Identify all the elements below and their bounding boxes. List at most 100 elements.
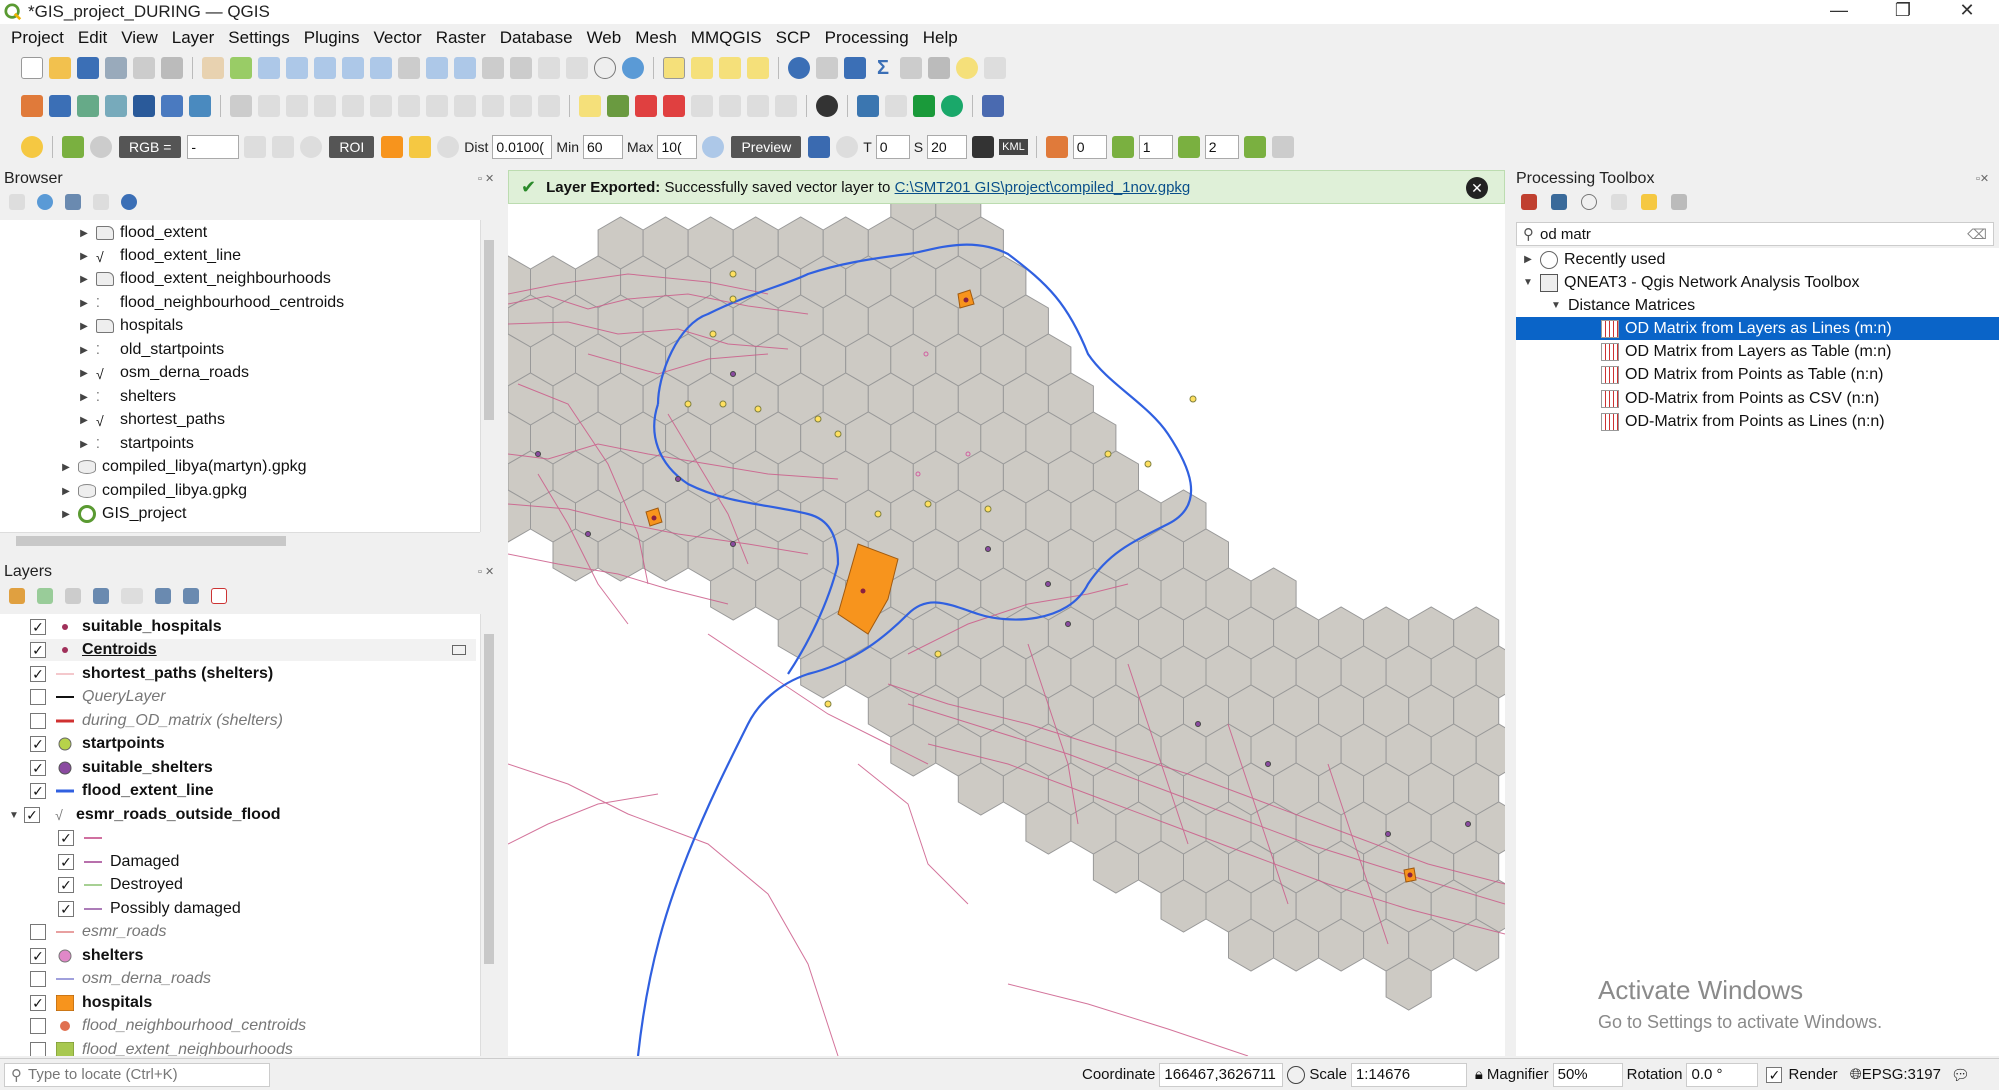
layer-row-during-od-matrix[interactable]: during_OD_matrix (shelters)	[30, 710, 283, 732]
expand-arrow-icon[interactable]: ▶	[78, 368, 90, 379]
refresh-icon[interactable]	[37, 194, 53, 210]
collapse-all-icon[interactable]	[93, 194, 109, 210]
add-delimited-text-icon[interactable]	[161, 95, 183, 117]
toolbox-group-qneat3[interactable]: ▼ QNEAT3 - Qgis Network Analysis Toolbox	[1522, 271, 1860, 294]
scrollbar-thumb[interactable]	[484, 240, 494, 420]
add-postgis-icon[interactable]	[189, 95, 211, 117]
zoom-to-selection-icon[interactable]	[342, 57, 364, 79]
scp-batch-icon[interactable]	[972, 136, 995, 158]
scripts-icon[interactable]	[1551, 194, 1567, 210]
legend-class-row[interactable]: ✓	[58, 827, 110, 849]
browser-item[interactable]: ▶ compiled_libya(martyn).gpkg	[60, 456, 306, 478]
edit-features-in-place-icon[interactable]	[1641, 194, 1657, 210]
browser-item[interactable]: ▶ flood_extent	[78, 222, 207, 244]
label-icon[interactable]	[579, 95, 601, 117]
show-bookmarks-icon[interactable]	[566, 57, 588, 79]
message-file-link[interactable]: C:\SMT201 GIS\project\compiled_1nov.gpkg	[895, 179, 1191, 196]
browser-item[interactable]: ▶ ⁚ startpoints	[78, 433, 194, 455]
menu-database[interactable]: Database	[493, 28, 580, 48]
select-features-icon[interactable]	[663, 57, 685, 79]
layer-visibility-checkbox[interactable]: ✓	[30, 736, 46, 752]
menu-raster[interactable]: Raster	[429, 28, 493, 48]
collapse-arrow-icon[interactable]: ▼	[1522, 277, 1534, 288]
t-input[interactable]: 0	[875, 135, 910, 159]
class-visibility-checkbox[interactable]: ✓	[58, 901, 74, 917]
add-wms-icon[interactable]	[49, 95, 71, 117]
browser-dock-buttons[interactable]: ▫ ✕	[478, 172, 494, 185]
copy-icon[interactable]	[454, 95, 476, 117]
layer-row-shortest-paths-shelters[interactable]: ✓ shortest_paths (shelters)	[30, 663, 273, 685]
filter-expression-icon[interactable]	[121, 588, 143, 604]
menu-edit[interactable]: Edit	[71, 28, 114, 48]
layer-visibility-checkbox[interactable]	[30, 924, 46, 940]
algorithm-od-matrix-layers-table[interactable]: OD Matrix from Layers as Table (m:n)	[1601, 340, 1891, 363]
minimize-button[interactable]: —	[1807, 0, 1871, 24]
measure-icon[interactable]	[928, 57, 950, 79]
layer-row-flood-extent-neighbourhoods[interactable]: flood_extent_neighbourhoods	[30, 1039, 293, 1056]
layer-visibility-checkbox[interactable]: ✓	[30, 642, 46, 658]
collapse-arrow-icon[interactable]: ▼	[1550, 300, 1562, 311]
roi-create-icon[interactable]	[381, 136, 404, 158]
layer-row-centroids[interactable]: ✓ Centroids	[30, 639, 476, 661]
style-layer-icon[interactable]	[9, 588, 25, 604]
undo-icon[interactable]	[510, 95, 532, 117]
legend-class-row[interactable]: ✓ Damaged	[58, 851, 179, 873]
refresh-icon[interactable]	[622, 57, 644, 79]
browser-item[interactable]: ▶ √ flood_extent_line	[78, 245, 241, 267]
options-wrench-icon[interactable]	[1671, 194, 1687, 210]
scp-zoom-icon[interactable]	[90, 136, 112, 158]
new-3d-view-icon[interactable]	[510, 57, 532, 79]
scp-zoom2-icon[interactable]	[300, 136, 323, 158]
save-as-icon[interactable]	[105, 57, 127, 79]
layer-visibility-checkbox[interactable]	[30, 971, 46, 987]
scp-stretch2-icon[interactable]	[272, 136, 295, 158]
layer-row-suitable-hospitals[interactable]: ✓ suitable_hospitals	[30, 616, 222, 638]
layer-visibility-checkbox[interactable]	[30, 689, 46, 705]
pin-label-icon[interactable]	[775, 95, 797, 117]
layer-visibility-checkbox[interactable]: ✓	[30, 760, 46, 776]
move-feature-icon[interactable]	[370, 95, 392, 117]
toolbox-gear-icon[interactable]	[844, 57, 866, 79]
class-visibility-checkbox[interactable]: ✓	[58, 854, 74, 870]
browser-item[interactable]: ▶ ⁚ old_startpoints	[78, 339, 224, 361]
preview-zoom-icon[interactable]	[702, 136, 725, 158]
crs-globe-icon[interactable]: 🌐︎	[1850, 1066, 1862, 1083]
temporal-controller-icon[interactable]	[594, 57, 616, 79]
algorithm-od-matrix-layers-lines[interactable]: OD Matrix from Layers as Lines (m:n)	[1516, 317, 1999, 340]
band-next-icon[interactable]	[1243, 136, 1266, 158]
menu-vector[interactable]: Vector	[367, 28, 429, 48]
coordinate-field[interactable]: 166467,3626711	[1159, 1062, 1284, 1087]
close-button[interactable]: ✕	[1935, 0, 1999, 24]
layer-row-flood-extent-line[interactable]: ✓ flood_extent_line	[30, 780, 214, 802]
terrain-icon[interactable]	[913, 95, 935, 117]
menu-processing[interactable]: Processing	[818, 28, 916, 48]
legend-class-row[interactable]: ✓ Destroyed	[58, 874, 183, 896]
history-icon[interactable]	[1581, 194, 1597, 210]
browser-item[interactable]: ▶ √ shortest_paths	[78, 409, 225, 431]
browser-item[interactable]: ▶ √ osm_derna_roads	[78, 362, 249, 384]
add-raster-icon[interactable]	[133, 95, 155, 117]
layer-visibility-checkbox[interactable]: ✓	[24, 807, 40, 823]
band-calc-icon[interactable]	[1271, 136, 1294, 158]
scp-home-icon[interactable]	[21, 136, 43, 158]
zoom-out-icon[interactable]	[286, 57, 308, 79]
min-input[interactable]: 60	[582, 135, 623, 159]
add-layer-icon[interactable]	[21, 95, 43, 117]
browser-item[interactable]: ▶ GIS_project	[60, 503, 186, 525]
layers-dock-buttons[interactable]: ▫ ✕	[478, 565, 494, 578]
toolbox-search-field[interactable]: ⚲ od matr ⌫	[1516, 222, 1994, 246]
browser-item[interactable]: ▶ compiled_libya.gpkg	[60, 480, 247, 502]
preview-redo-icon[interactable]	[836, 136, 859, 158]
layer-row-querylayer[interactable]: QueryLayer	[30, 686, 166, 708]
zoom-native-icon[interactable]	[398, 57, 420, 79]
render-checkbox[interactable]: ✓	[1766, 1066, 1783, 1083]
show-labels-icon[interactable]	[635, 95, 657, 117]
print-layout-icon[interactable]	[133, 57, 155, 79]
messages-icon[interactable]: 💬︎	[1951, 1066, 1970, 1084]
toolbox-group-recently-used[interactable]: ▶ Recently used	[1522, 248, 1665, 271]
browser-item[interactable]: ▶ flood_extent_neighbourhoods	[78, 268, 331, 290]
attribute-table-view-icon[interactable]	[900, 57, 922, 79]
statistics-sigma-icon[interactable]: Σ	[872, 57, 894, 79]
class-visibility-checkbox[interactable]: ✓	[58, 877, 74, 893]
layer-visibility-checkbox[interactable]: ✓	[30, 948, 46, 964]
